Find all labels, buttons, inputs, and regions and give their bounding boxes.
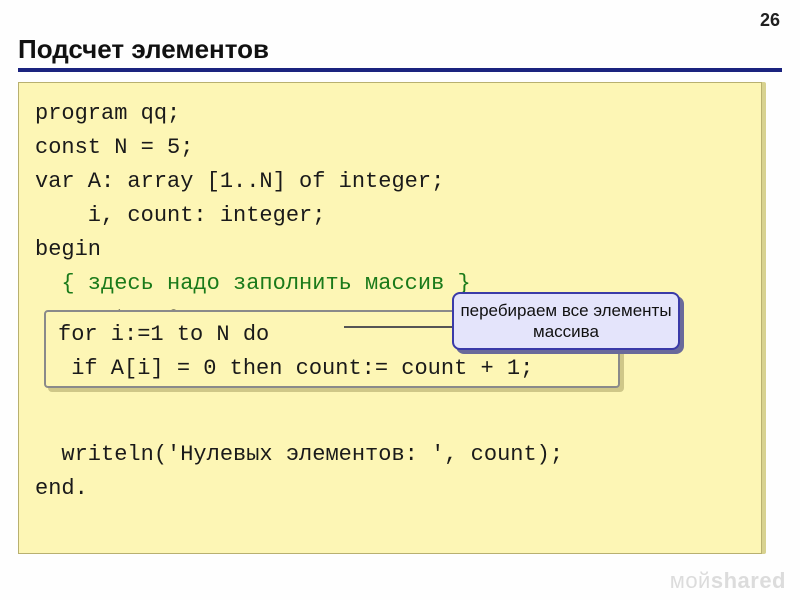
code-line: end.	[35, 472, 745, 506]
code-line: begin	[35, 233, 745, 267]
code-line: i, count: integer;	[35, 199, 745, 233]
code-line: const N = 5;	[35, 131, 745, 165]
code-line	[35, 404, 745, 438]
watermark-part2: shared	[711, 568, 786, 593]
title-underline	[18, 68, 782, 72]
code-line: if A[i] = 0 then count:= count + 1;	[58, 352, 606, 386]
watermark-part1: мой	[670, 568, 711, 593]
code-line: program qq;	[35, 97, 745, 131]
watermark: мойshared	[670, 568, 786, 594]
slide-title: Подсчет элементов	[18, 34, 269, 65]
page-number: 26	[760, 10, 780, 31]
callout-connector	[344, 326, 454, 328]
code-line: writeln('Нулевых элементов: ', count);	[35, 438, 745, 472]
annotation-callout: перебираем все элементы массива	[452, 292, 680, 350]
code-line: var A: array [1..N] of integer;	[35, 165, 745, 199]
